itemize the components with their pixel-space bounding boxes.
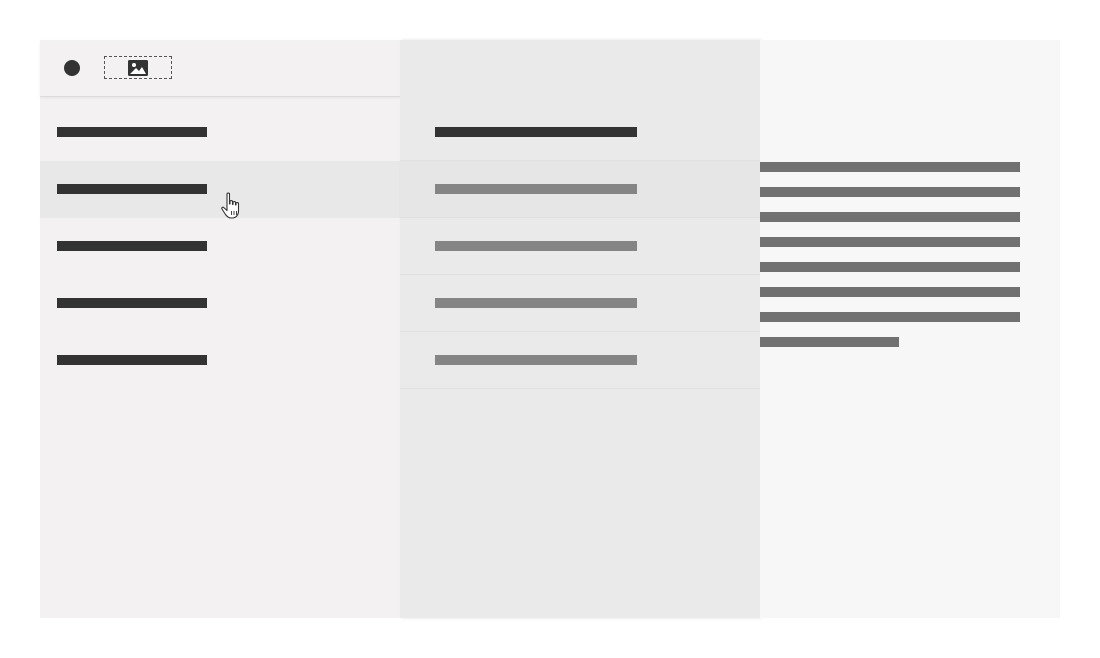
nav-item-label xyxy=(57,127,207,137)
list-item[interactable] xyxy=(400,104,760,161)
list-item-title xyxy=(435,355,637,365)
detail-text-line xyxy=(760,162,1020,172)
detail-body-text xyxy=(760,162,1020,362)
nav-item-label xyxy=(57,184,207,194)
list-item[interactable] xyxy=(400,161,760,218)
status-dot-icon[interactable] xyxy=(64,60,80,76)
message-list xyxy=(400,104,760,389)
detail-text-line xyxy=(760,262,1020,272)
nav-item[interactable] xyxy=(40,275,400,332)
nav-pane xyxy=(40,40,400,618)
nav-item[interactable] xyxy=(40,104,400,161)
nav-item[interactable] xyxy=(40,332,400,389)
nav-item-label xyxy=(57,241,207,251)
nav-item-label xyxy=(57,298,207,308)
image-placeholder-icon xyxy=(128,59,148,76)
nav-header xyxy=(40,40,400,97)
pointer-hand-icon xyxy=(221,192,240,219)
detail-text-line xyxy=(760,337,899,347)
list-item-title xyxy=(435,298,637,308)
app-window xyxy=(40,40,1060,618)
detail-pane xyxy=(760,40,1060,618)
list-item-title xyxy=(435,184,637,194)
list-item[interactable] xyxy=(400,332,760,389)
detail-text-line xyxy=(760,312,1020,322)
list-item[interactable] xyxy=(400,218,760,275)
list-item[interactable] xyxy=(400,275,760,332)
detail-text-line xyxy=(760,237,1020,247)
nav-item[interactable] xyxy=(40,218,400,275)
list-item-title xyxy=(435,127,637,137)
list-item-title xyxy=(435,241,637,251)
nav-item-label xyxy=(57,355,207,365)
detail-text-line xyxy=(760,187,1020,197)
nav-list xyxy=(40,104,400,389)
detail-text-line xyxy=(760,212,1020,222)
detail-text-line xyxy=(760,287,1020,297)
list-pane xyxy=(400,40,760,618)
logo-image-placeholder[interactable] xyxy=(104,56,172,79)
